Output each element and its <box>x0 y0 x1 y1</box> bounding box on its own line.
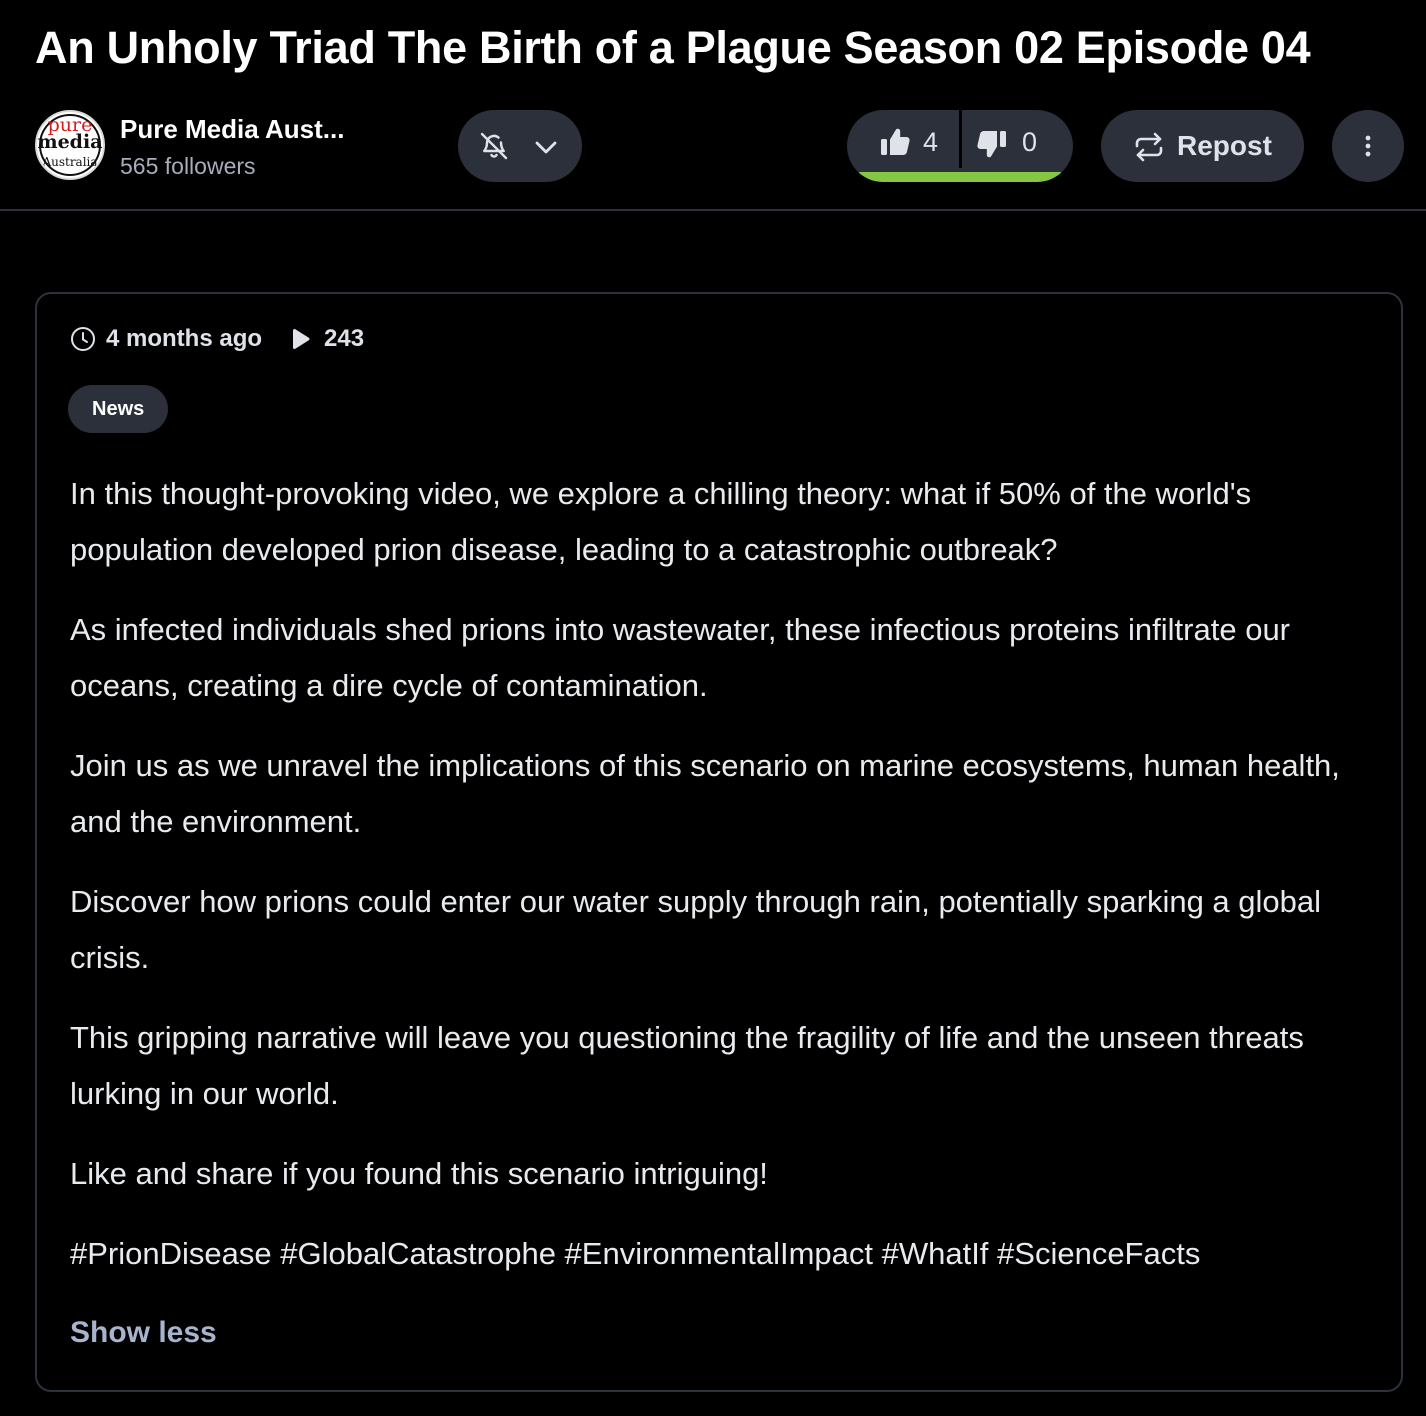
description-paragraph: Discover how prions could enter our wate… <box>70 884 1322 975</box>
dislike-count: 0 <box>1022 127 1038 157</box>
like-ratio-bar <box>847 172 1073 182</box>
header-divider <box>0 209 1426 211</box>
thumbs-down-icon[interactable] <box>976 128 1008 160</box>
notifications-button[interactable] <box>458 110 582 182</box>
chevron-down-icon <box>535 141 557 154</box>
category-tag[interactable]: News <box>68 385 169 433</box>
description-paragraph: As infected individuals shed prions into… <box>70 612 1291 703</box>
channel-name-link[interactable]: Pure Media Aust... <box>120 112 344 146</box>
vote-group: 4 0 <box>847 110 1073 182</box>
play-icon <box>293 328 310 350</box>
more-options-button[interactable] <box>1332 110 1404 182</box>
repost-label: Repost <box>1177 130 1272 161</box>
hashtags[interactable]: #PrionDisease #GlobalCatastrophe #Enviro… <box>70 1226 1380 1282</box>
avatar-logo-line2: media <box>37 131 103 153</box>
followers-count: 565 followers <box>120 153 256 179</box>
description-text: In this thought-provoking video, we expl… <box>70 466 1380 1306</box>
avatar-logo-line3: Australia <box>42 155 98 169</box>
description-paragraph: Like and share if you found this scenari… <box>70 1156 768 1191</box>
bell-off-icon <box>480 132 508 160</box>
repost-icon <box>1135 132 1163 162</box>
upload-time: 4 months ago <box>106 325 263 352</box>
like-count: 4 <box>923 127 939 157</box>
description-card: 4 months ago 243 News In this thought-pr… <box>35 292 1403 1392</box>
channel-row: pure media Australia Pure Media Aust... … <box>0 108 1426 184</box>
video-title: An Unholy Triad The Birth of a Plague Se… <box>35 22 1311 73</box>
channel-avatar[interactable]: pure media Australia <box>35 110 105 180</box>
show-less-button[interactable]: Show less <box>70 1312 217 1354</box>
vertical-ellipsis-icon <box>1365 135 1371 157</box>
description-paragraph: This gripping narrative will leave you q… <box>70 1020 1304 1111</box>
description-paragraph: Join us as we unravel the implications o… <box>70 748 1340 839</box>
repost-button[interactable]: Repost <box>1101 110 1304 182</box>
like-ratio-fill <box>855 172 1065 182</box>
vote-divider <box>959 110 962 168</box>
clock-icon <box>71 327 95 351</box>
description-paragraph: In this thought-provoking video, we expl… <box>70 476 1252 567</box>
thumbs-up-icon[interactable] <box>879 126 911 158</box>
view-count: 243 <box>324 325 365 352</box>
